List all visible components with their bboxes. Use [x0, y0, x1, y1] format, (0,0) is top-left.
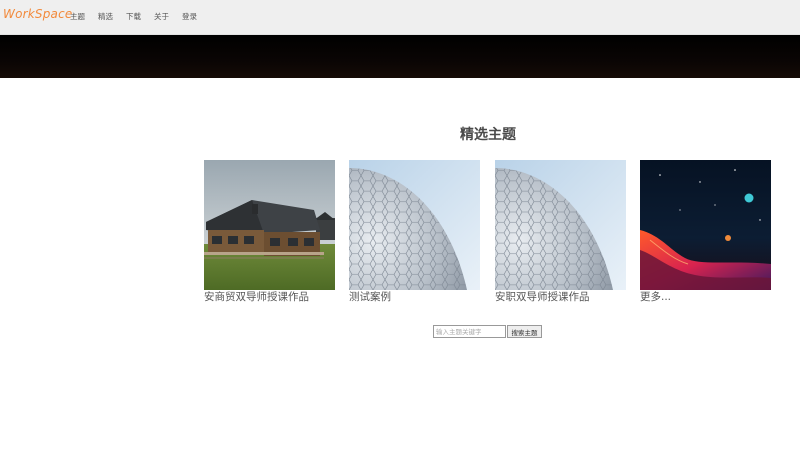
card-caption: 安商贸双导师授课作品 — [204, 291, 309, 303]
card-thumbnail-space — [640, 160, 771, 290]
card-caption: 安职双导师授课作品 — [495, 291, 590, 303]
card-caption: 测试案例 — [349, 291, 391, 303]
nav-link-about[interactable]: 关于 — [154, 12, 169, 22]
brand-logo[interactable]: WorkSpace — [3, 7, 72, 21]
theme-search-button[interactable]: 搜索主题 — [507, 325, 542, 338]
theme-search-input[interactable] — [433, 325, 506, 338]
featured-card-1[interactable]: 安商贸双导师授课作品 — [204, 160, 335, 304]
featured-card-3[interactable]: 安职双导师授课作品 — [495, 160, 626, 304]
card-thumbnail-dome — [495, 160, 626, 290]
featured-card-more[interactable]: 更多... — [640, 160, 771, 304]
top-navbar: WorkSpace 主题 精选 下载 关于 登录 — [0, 0, 800, 35]
nav-link-download[interactable]: 下载 — [126, 12, 141, 22]
nav-link-login[interactable]: 登录 — [182, 12, 197, 22]
nav-links: 主题 精选 下载 关于 登录 — [70, 12, 210, 22]
card-thumbnail-dome — [349, 160, 480, 290]
theme-search: 搜索主题 — [433, 325, 542, 338]
featured-section-title: 精选主题 — [460, 127, 516, 143]
card-caption: 更多... — [640, 291, 672, 303]
nav-link-featured[interactable]: 精选 — [98, 12, 113, 22]
featured-card-2[interactable]: 测试案例 — [349, 160, 480, 304]
hero-banner — [0, 35, 800, 78]
nav-link-themes[interactable]: 主题 — [70, 12, 85, 22]
card-thumbnail-house — [204, 160, 335, 290]
